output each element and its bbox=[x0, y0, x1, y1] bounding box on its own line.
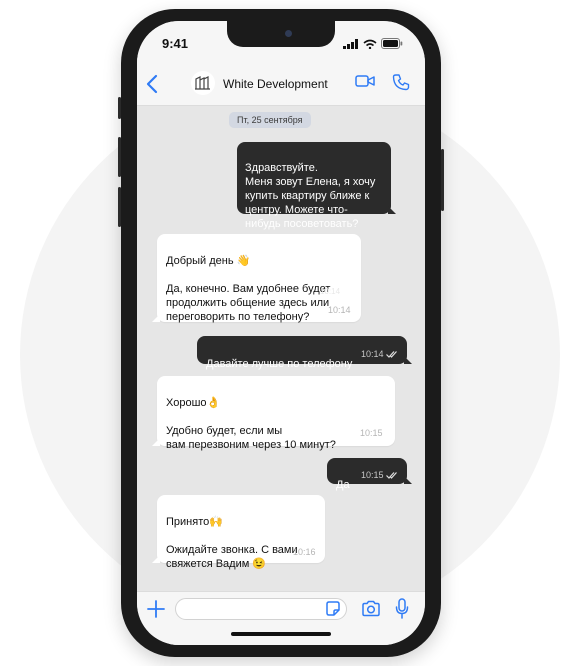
message-outgoing[interactable]: Да 10:15 bbox=[327, 458, 412, 491]
message-text: Добрый день 👋 Да, конечно. Вам удобнее б… bbox=[166, 255, 331, 323]
signal-icon bbox=[343, 38, 358, 49]
back-chevron-icon[interactable] bbox=[145, 73, 159, 95]
bubble-tail bbox=[152, 314, 160, 322]
message-incoming[interactable]: Принято🙌 Ожидайте звонка. С вами свяжетс… bbox=[152, 495, 325, 570]
bubble-tail bbox=[404, 476, 412, 484]
phone-frame: 9:41 White Development Пт, 25 сентября З… bbox=[118, 9, 444, 657]
camera-icon[interactable] bbox=[361, 600, 381, 617]
message-text: Здравствуйте. Меня зовут Елена, я хочу к… bbox=[245, 162, 376, 230]
wifi-icon bbox=[363, 39, 377, 49]
home-indicator bbox=[231, 632, 331, 636]
system-icons bbox=[343, 38, 403, 49]
message-outgoing[interactable]: Здравствуйте. Меня зовут Елена, я хочу к… bbox=[237, 142, 396, 230]
bubble-tail bbox=[404, 356, 412, 364]
power-button bbox=[441, 149, 444, 211]
sticker-icon[interactable] bbox=[325, 601, 341, 617]
message-time-group: 10:14 bbox=[361, 347, 399, 361]
message-time: 10:14 bbox=[328, 305, 351, 315]
message-time-group: 10:15 bbox=[361, 468, 399, 482]
message-outgoing[interactable]: Давайте лучше по телефону 10:14 bbox=[197, 336, 412, 370]
volume-up-button bbox=[118, 137, 121, 177]
building-logo-icon bbox=[195, 76, 210, 90]
date-separator: Пт, 25 сентября bbox=[229, 112, 311, 128]
battery-icon bbox=[381, 38, 403, 49]
avatar[interactable] bbox=[191, 71, 215, 95]
phone-screen: 9:41 White Development Пт, 25 сентября З… bbox=[137, 21, 425, 645]
phone-call-icon[interactable] bbox=[392, 73, 410, 91]
message-composer bbox=[137, 591, 425, 645]
chat-area: Пт, 25 сентября Здравствуйте. Меня зовут… bbox=[137, 106, 425, 591]
mute-switch bbox=[118, 97, 121, 119]
bubble-tail bbox=[152, 555, 160, 563]
message-time: 10:15 bbox=[361, 470, 384, 480]
chat-header: White Development bbox=[137, 65, 425, 106]
message-text: Да bbox=[336, 479, 350, 491]
front-camera bbox=[285, 30, 292, 37]
notch bbox=[227, 21, 335, 47]
plus-icon[interactable] bbox=[145, 598, 167, 620]
message-incoming[interactable]: Добрый день 👋 Да, конечно. Вам удобнее б… bbox=[152, 234, 361, 323]
message-text: Давайте лучше по телефону bbox=[206, 358, 353, 370]
message-input[interactable] bbox=[175, 598, 347, 620]
volume-down-button bbox=[118, 187, 121, 227]
message-text: Хорошо👌 Удобно будет, если мы вам перезв… bbox=[166, 397, 336, 451]
contact-name[interactable]: White Development bbox=[223, 77, 328, 91]
message-incoming[interactable]: Хорошо👌 Удобно будет, если мы вам перезв… bbox=[152, 376, 395, 451]
double-check-icon bbox=[385, 351, 397, 358]
status-time: 9:41 bbox=[162, 36, 189, 51]
message-time: 10:16 bbox=[293, 547, 316, 557]
message-text: Принято🙌 Ожидайте звонка. С вами свяжетс… bbox=[166, 516, 298, 570]
bubble-tail bbox=[152, 438, 160, 446]
video-call-icon[interactable] bbox=[355, 73, 375, 89]
bubble-tail bbox=[388, 206, 396, 214]
double-check-icon bbox=[385, 472, 397, 479]
message-time: 10:15 bbox=[360, 428, 383, 438]
faded-timestamp: 10:14 bbox=[320, 287, 341, 296]
message-time: 10:14 bbox=[361, 349, 384, 359]
microphone-icon[interactable] bbox=[395, 598, 409, 620]
